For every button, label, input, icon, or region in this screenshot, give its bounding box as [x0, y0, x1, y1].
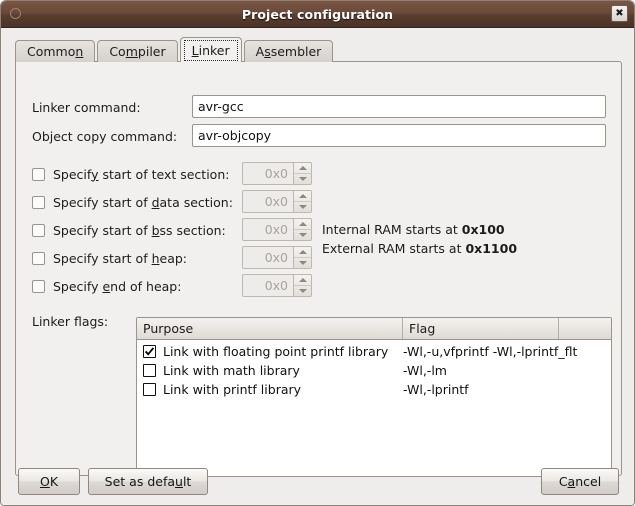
linker-flags-rows: Link with floating point printf library … — [137, 340, 611, 399]
tab-linker[interactable]: Linker — [180, 37, 242, 62]
window-menu-icon[interactable] — [10, 8, 21, 19]
ok-button-label: OK — [40, 474, 58, 489]
flag-purpose-cell: Link with math library — [137, 363, 403, 378]
set-as-default-button-label: Set as default — [105, 474, 192, 489]
tab-strip: Common Compiler Linker Assembler — [15, 37, 335, 62]
text-section-row[interactable]: Specify start of text section: — [32, 163, 229, 185]
tab-common-label: Common — [27, 44, 83, 59]
column-header-purpose[interactable]: Purpose — [137, 318, 403, 339]
data-section-value: 0x0 — [243, 191, 293, 212]
spin-down-icon[interactable] — [294, 201, 311, 212]
heap-end-value: 0x0 — [243, 275, 293, 296]
internal-ram-info: Internal RAM starts at 0x100 — [322, 222, 505, 237]
tab-assembler-label: Assembler — [256, 44, 322, 59]
flag-checkbox[interactable] — [143, 364, 156, 377]
flag-checkbox[interactable] — [143, 345, 156, 358]
heap-start-spin-buttons — [293, 247, 311, 268]
heap-start-row[interactable]: Specify start of heap: — [32, 247, 187, 269]
bss-section-spin-buttons — [293, 219, 311, 240]
tab-compiler[interactable]: Compiler — [97, 40, 177, 62]
linker-flags-label: Linker flags: — [32, 314, 108, 329]
heap-end-spinbox[interactable]: 0x0 — [242, 274, 312, 297]
heap-start-value: 0x0 — [243, 247, 293, 268]
spin-up-icon[interactable] — [294, 219, 311, 229]
flag-purpose-label: Link with floating point printf library — [163, 344, 388, 359]
text-section-value: 0x0 — [243, 163, 293, 184]
spin-down-icon[interactable] — [294, 173, 311, 184]
title-bar: Project configuration ✖ — [1, 1, 634, 28]
external-ram-value: 0x1100 — [465, 241, 517, 256]
spin-down-icon[interactable] — [294, 257, 311, 268]
flag-purpose-label: Link with printf library — [163, 382, 301, 397]
tab-compiler-label: Compiler — [109, 44, 165, 59]
text-section-label: Specify start of text section: — [53, 167, 229, 182]
table-row[interactable]: Link with math library -Wl,-lm — [137, 361, 611, 380]
spin-up-icon[interactable] — [294, 275, 311, 285]
heap-end-label: Specify end of heap: — [53, 279, 181, 294]
cancel-button-label: Cancel — [559, 474, 601, 489]
data-section-spinbox[interactable]: 0x0 — [242, 190, 312, 213]
set-as-default-button[interactable]: Set as default — [88, 468, 208, 495]
object-copy-command-row: Object copy command: — [32, 125, 192, 147]
spin-down-icon[interactable] — [294, 285, 311, 296]
spin-down-icon[interactable] — [294, 229, 311, 240]
internal-ram-value: 0x100 — [462, 222, 505, 237]
linker-flags-header: Purpose Flag — [137, 318, 611, 340]
cancel-button[interactable]: Cancel — [541, 468, 619, 495]
heap-end-checkbox[interactable] — [32, 280, 45, 293]
internal-ram-text: Internal RAM starts at — [322, 222, 462, 237]
bss-section-row[interactable]: Specify start of bss section: — [32, 219, 226, 241]
tab-common[interactable]: Common — [15, 40, 95, 62]
dialog-button-bar: OK Set as default Cancel — [1, 456, 635, 506]
linker-flags-listbox[interactable]: Purpose Flag Link with floating point pr… — [136, 317, 612, 477]
flag-value-label: -Wl,-lm — [403, 363, 559, 378]
spin-up-icon[interactable] — [294, 247, 311, 257]
text-section-spin-buttons — [293, 163, 311, 184]
text-section-spinbox[interactable]: 0x0 — [242, 162, 312, 185]
tab-assembler[interactable]: Assembler — [244, 40, 334, 62]
close-icon[interactable]: ✖ — [611, 5, 628, 22]
heap-start-label: Specify start of heap: — [53, 251, 187, 266]
data-section-label: Specify start of data section: — [53, 195, 233, 210]
bss-section-label: Specify start of bss section: — [53, 223, 226, 238]
object-copy-command-input[interactable] — [192, 124, 606, 147]
flag-value-label: -Wl,-u,vfprintf -Wl,-lprintf_flt — [403, 344, 559, 359]
flag-value-label: -Wl,-lprintf — [403, 382, 559, 397]
data-section-spin-buttons — [293, 191, 311, 212]
column-header-flag[interactable]: Flag — [403, 318, 559, 339]
table-row[interactable]: Link with floating point printf library … — [137, 342, 611, 361]
spin-up-icon[interactable] — [294, 163, 311, 173]
ok-button[interactable]: OK — [18, 468, 80, 495]
bss-section-value: 0x0 — [243, 219, 293, 240]
heap-end-row[interactable]: Specify end of heap: — [32, 275, 181, 297]
flag-purpose-cell: Link with floating point printf library — [137, 344, 403, 359]
external-ram-text: External RAM starts at — [322, 241, 465, 256]
bss-section-spinbox[interactable]: 0x0 — [242, 218, 312, 241]
text-section-checkbox[interactable] — [32, 168, 45, 181]
external-ram-info: External RAM starts at 0x1100 — [322, 241, 517, 256]
heap-start-checkbox[interactable] — [32, 252, 45, 265]
flag-purpose-label: Link with math library — [163, 363, 300, 378]
bss-section-checkbox[interactable] — [32, 224, 45, 237]
data-section-checkbox[interactable] — [32, 196, 45, 209]
linker-flags-section: Linker flags: Purpose Flag Link with flo… — [32, 314, 108, 329]
data-section-row[interactable]: Specify start of data section: — [32, 191, 233, 213]
column-header-extra[interactable] — [559, 318, 611, 339]
table-row[interactable]: Link with printf library -Wl,-lprintf — [137, 380, 611, 399]
spin-up-icon[interactable] — [294, 191, 311, 201]
heap-start-spinbox[interactable]: 0x0 — [242, 246, 312, 269]
project-configuration-dialog: Project configuration ✖ Common Compiler … — [0, 0, 635, 506]
flag-purpose-cell: Link with printf library — [137, 382, 403, 397]
heap-end-spin-buttons — [293, 275, 311, 296]
object-copy-command-label: Object copy command: — [32, 129, 192, 144]
linker-tab-panel: Linker command: Object copy command: Spe… — [15, 61, 622, 476]
linker-command-row: Linker command: — [32, 96, 192, 118]
linker-command-label: Linker command: — [32, 100, 192, 115]
dialog-client-area: Common Compiler Linker Assembler Linker … — [1, 28, 634, 506]
tab-linker-label: Linker — [192, 43, 230, 58]
linker-command-input[interactable] — [192, 95, 606, 118]
flag-checkbox[interactable] — [143, 383, 156, 396]
window-title: Project configuration — [242, 7, 393, 22]
